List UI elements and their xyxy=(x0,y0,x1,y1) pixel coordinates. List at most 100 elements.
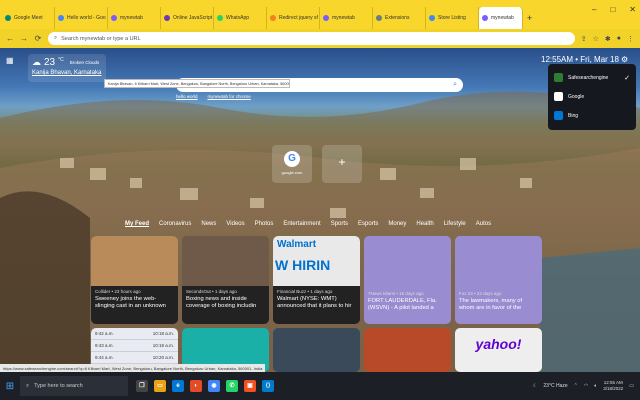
taskbar-apps: ❐ ▭ e ◐ ◉ ✆ ▣ ⟨⟩ xyxy=(136,380,274,392)
feed-tab[interactable]: Videos xyxy=(226,221,244,227)
whatsapp-icon[interactable]: ✆ xyxy=(226,380,238,392)
shortcut-tile[interactable]: G google.com xyxy=(272,145,312,183)
engine-option[interactable]: Bing xyxy=(554,106,630,125)
news-card[interactable]: 7News Miami • 16 days ago FORT LAUDERDALE… xyxy=(364,236,451,324)
news-card-image xyxy=(91,236,178,286)
schedule-time: 9:44 a.m. xyxy=(95,355,114,360)
volume-icon[interactable]: 🔈︎ xyxy=(594,383,597,389)
tray-clock[interactable]: 12:55 AM 3/18/2022 xyxy=(603,380,623,393)
news-card[interactable]: Walmart W HIRIN Financial Buzz • 1 days ag… xyxy=(273,236,360,324)
browser-tab[interactable]: Extensions xyxy=(373,7,426,29)
firefox-icon[interactable]: ◐ xyxy=(190,380,202,392)
share-icon[interactable]: ⇪ xyxy=(581,35,587,43)
browser-tab[interactable]: Online JavaScript xyxy=(161,7,214,29)
engine-option[interactable]: Google xyxy=(554,87,630,106)
news-card[interactable]: SecondsOut • 1 days ago Boxing news and i… xyxy=(182,236,269,324)
feed-tab[interactable]: Entertainment xyxy=(283,221,320,227)
browser-tab[interactable]: Store Listing xyxy=(426,7,479,29)
tab-favicon-icon xyxy=(58,15,64,21)
news-card-image xyxy=(455,236,542,288)
edge-icon[interactable]: e xyxy=(172,380,184,392)
office-icon[interactable]: ▣ xyxy=(244,380,256,392)
engine-name: Bing xyxy=(568,112,579,119)
gear-icon[interactable]: ⚙ xyxy=(621,55,628,64)
address-bar[interactable]: ⌕ Search mynewtab or type a URL xyxy=(48,32,575,45)
feed-tab[interactable]: Money xyxy=(388,221,406,227)
wifi-icon[interactable]: ◠ xyxy=(584,383,588,389)
browser-tab[interactable]: Hello world - Goo xyxy=(55,7,108,29)
forward-icon[interactable]: → xyxy=(20,34,28,43)
feed-tab[interactable]: Photos xyxy=(255,221,274,227)
feed-tab[interactable]: Autos xyxy=(476,221,491,227)
system-tray: ☾ 23°C Haze ⌃ ◠ 🔈︎ 12:55 AM 3/18/2022 ▭ xyxy=(533,380,640,393)
feed-tab[interactable]: My Feed xyxy=(125,221,149,227)
maximize-icon[interactable]: □ xyxy=(610,5,615,14)
weather-location[interactable]: Kanija Bhavan, Karnataka xyxy=(32,70,102,76)
feed-tab[interactable]: Health xyxy=(416,221,433,227)
profile-icon[interactable]: ● xyxy=(617,35,621,43)
news-card-source: Fox 23 • 23 days ago xyxy=(459,291,502,296)
news-card[interactable]: Collider • 23 hours ago Sweeney joins the… xyxy=(91,236,178,324)
feed-tab[interactable]: Esports xyxy=(358,221,378,227)
add-shortcut-tile[interactable]: + xyxy=(322,145,362,183)
chevron-up-icon[interactable]: ⌃ xyxy=(574,383,578,389)
weather-description: Broken Clouds xyxy=(69,60,100,65)
quick-link[interactable]: mynewtab for chrome xyxy=(208,94,251,99)
news-card[interactable]: Fox 23 • 23 days ago The lawmakers, many … xyxy=(455,236,542,324)
news-card[interactable]: yahoo! xyxy=(455,328,542,372)
browser-tab[interactable]: Google Meet xyxy=(2,7,55,29)
file-explorer-icon[interactable]: ▭ xyxy=(154,380,166,392)
feed-tab[interactable]: Coronavirus xyxy=(159,221,191,227)
news-card-title: Boxing news and inside coverage of boxin… xyxy=(186,296,257,310)
tray-date: 3/18/2022 xyxy=(603,386,624,391)
search-icon[interactable]: ⌕ xyxy=(453,81,457,89)
tray-weather[interactable]: 23°C Haze xyxy=(543,383,567,389)
engine-option[interactable]: Safesearchengine ✓ xyxy=(554,68,630,87)
vscode-icon[interactable]: ⟨⟩ xyxy=(262,380,274,392)
minimize-icon[interactable]: – xyxy=(592,5,596,14)
quick-link[interactable]: hello world xyxy=(176,94,198,99)
browser-tab[interactable]: mynewtab xyxy=(108,7,161,29)
news-card-title: FORT LAUDERDALE, Fla. (WSVN) - A pilot l… xyxy=(368,298,437,312)
google-icon: G xyxy=(284,151,300,167)
schedule-time: 10:20 a.m. xyxy=(152,355,174,360)
close-icon[interactable]: ✕ xyxy=(629,5,636,14)
feed-tab[interactable]: Sports xyxy=(331,221,348,227)
windows-start-icon[interactable]: ⊞ xyxy=(0,381,20,392)
reload-icon[interactable]: ⟳ xyxy=(34,34,42,43)
back-icon[interactable]: ← xyxy=(6,34,14,43)
weather-widget[interactable]: ☁ 23 °C Broken Clouds Kanija Bhavan, Kar… xyxy=(28,54,106,82)
news-card-title: The lawmakers, many of whom are in favor… xyxy=(459,298,523,312)
feed-tab[interactable]: News xyxy=(201,221,216,227)
taskbar: ⊞ ⌕ Type here to search ❐ ▭ e ◐ ◉ ✆ ▣ ⟨⟩… xyxy=(0,372,640,400)
browser-tab[interactable]: Redirect jquery sf xyxy=(267,7,320,29)
star-icon[interactable]: ☆ xyxy=(593,35,599,43)
news-card-image xyxy=(182,236,269,286)
browser-tab[interactable]: mynewtab xyxy=(479,7,523,29)
news-card[interactable] xyxy=(273,328,360,372)
feed-tab[interactable]: Lifestyle xyxy=(444,221,466,227)
browser-tab[interactable]: mynewtab xyxy=(320,7,373,29)
cloud-icon: ☁ xyxy=(32,57,41,67)
news-card-source: SecondsOut • 1 days ago xyxy=(186,289,237,294)
search-engine-menu: Safesearchengine ✓ Google Bing xyxy=(548,64,636,130)
quick-links: hello world mynewtab for chrome xyxy=(176,94,251,99)
taskbar-search[interactable]: ⌕ Type here to search xyxy=(20,376,128,396)
engine-logo-icon xyxy=(554,111,563,120)
weather-temp: 23 xyxy=(44,57,56,68)
plus-icon: + xyxy=(338,155,346,169)
extensions-icon[interactable]: ✱ xyxy=(605,35,611,43)
apps-grid-icon[interactable]: ▦ xyxy=(6,56,16,66)
news-card[interactable] xyxy=(364,328,451,372)
tab-favicon-icon xyxy=(217,15,223,21)
browser-tab[interactable]: WhatsApp xyxy=(214,7,267,29)
menu-icon[interactable]: ⋮ xyxy=(627,35,634,43)
notifications-icon[interactable]: ▭ xyxy=(629,383,634,389)
new-tab-button[interactable]: + xyxy=(523,7,536,29)
tab-label: Extensions xyxy=(385,15,410,21)
task-view-icon[interactable]: ❐ xyxy=(136,380,148,392)
tab-label: Hello world - Goo xyxy=(67,15,106,21)
chrome-icon[interactable]: ◉ xyxy=(208,380,220,392)
tab-favicon-icon xyxy=(376,15,382,21)
autocomplete-suggestion[interactable]: Kanija Bhavan, 6 Kilbarri Mart, West Zon… xyxy=(104,79,290,88)
